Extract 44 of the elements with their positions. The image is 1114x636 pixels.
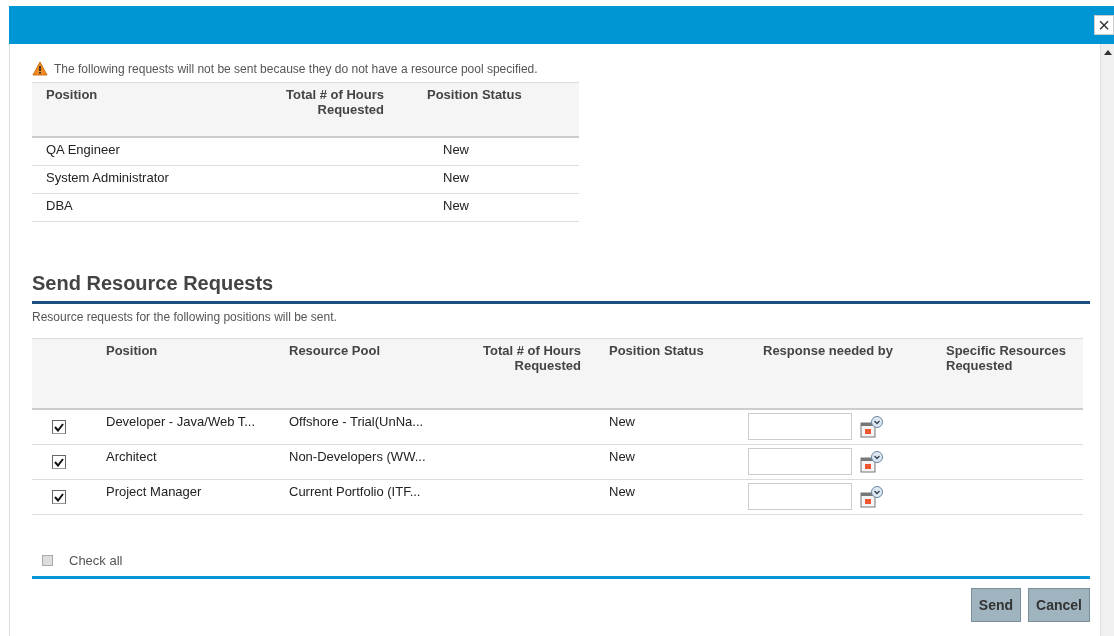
table-cell: System Administrator — [32, 166, 261, 194]
send-button[interactable]: Send — [970, 588, 1022, 622]
row-checkbox[interactable] — [52, 455, 66, 469]
column-header: Position — [32, 82, 261, 138]
row-checkbox[interactable] — [52, 490, 66, 504]
column-header: Position Status — [413, 82, 579, 138]
warning-message: The following requests will not be sent because they do not have a resource pool specified. — [54, 61, 538, 76]
scroll-up-icon[interactable] — [1103, 50, 1112, 55]
calendar-icon[interactable] — [860, 486, 884, 510]
table-cell: Offshore - Trial(UnNa... — [289, 410, 449, 445]
column-header: Response needed by — [745, 338, 928, 410]
date-field[interactable] — [748, 448, 852, 475]
table-cell: Architect — [106, 445, 289, 480]
date-field[interactable] — [748, 413, 852, 440]
table-cell: Developer - Java/Web T... — [106, 410, 289, 445]
column-header: Specific Resources Requested — [928, 338, 1083, 410]
section-subtitle: Resource requests for the following positions will be sent. — [32, 310, 338, 324]
table-cell: New — [413, 166, 579, 194]
date-field[interactable] — [748, 483, 852, 510]
calendar-icon[interactable] — [860, 451, 884, 475]
column-header: Resource Pool — [289, 338, 449, 410]
column-header: Position — [106, 338, 289, 410]
check-all-label[interactable]: Check all — [69, 553, 123, 568]
section-title: Send Resource Requests — [32, 272, 1090, 304]
table-cell: QA Engineer — [32, 138, 261, 166]
column-header: Total # of Hours Requested — [261, 82, 413, 138]
calendar-icon[interactable] — [860, 416, 884, 440]
table-cell: New — [413, 194, 579, 222]
table-cell: Project Manager — [106, 480, 289, 515]
close-button[interactable]: × — [1094, 15, 1114, 35]
row-checkbox[interactable] — [52, 420, 66, 434]
table-cell: Non-Developers (WW... — [289, 445, 449, 480]
warning-icon — [32, 61, 48, 76]
table-cell: New — [591, 480, 745, 515]
table-cell: Current Portfolio (ITF... — [289, 480, 449, 515]
table-cell: New — [413, 138, 579, 166]
column-header: Position Status — [591, 338, 745, 410]
table-cell: DBA — [32, 194, 261, 222]
check-all-checkbox[interactable] — [42, 555, 53, 566]
column-header: Total # of Hours Requested — [449, 338, 591, 410]
cancel-button[interactable]: Cancel — [1028, 588, 1090, 622]
scrollbar[interactable] — [1100, 44, 1114, 636]
table-cell: New — [591, 445, 745, 480]
table-cell: New — [591, 410, 745, 445]
